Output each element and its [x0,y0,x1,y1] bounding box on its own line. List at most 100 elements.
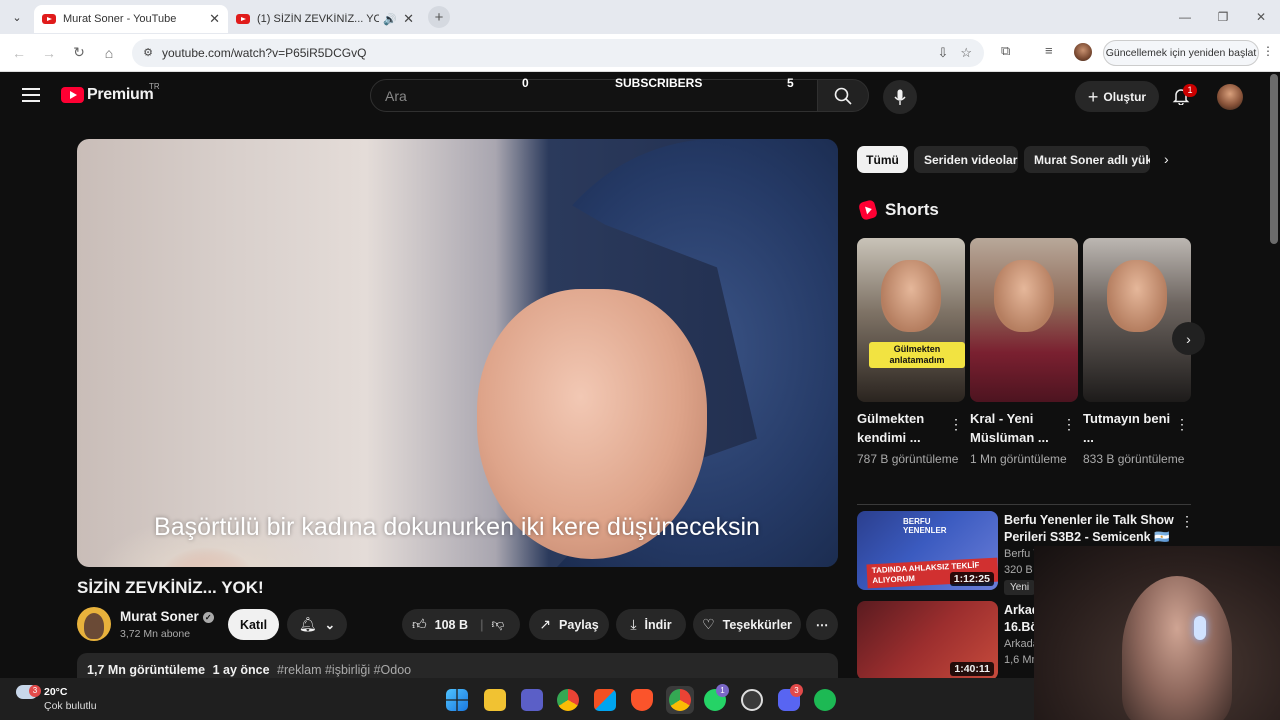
forward-icon[interactable]: → [34,45,64,61]
omnibox[interactable]: ⚙ youtube.com/watch?v=P65iR5DCGvQ ⇩ ☆ [132,39,984,67]
tab-video[interactable]: (1) SİZİN ZEVKİNİZ... YOK! - 🔊 ✕ [228,5,422,33]
more-vertical-icon[interactable]: ⋮ [1180,513,1194,530]
search-button[interactable] [817,79,869,112]
tab-title: (1) SİZİN ZEVKİNİZ... YOK! - [257,13,380,25]
create-button[interactable]: + Oluştur [1075,81,1159,112]
chrome-icon[interactable] [557,689,579,711]
shorts-next-button[interactable]: › [1172,322,1205,355]
back-icon[interactable]: ← [4,45,34,61]
share-icon: ↗ [539,616,552,632]
more-vertical-icon[interactable]: ⋮ [949,416,963,433]
spotify-icon[interactable] [814,689,836,711]
close-tab-icon[interactable]: ✕ [209,11,220,27]
video-subtitle: Başörtülü bir kadına dokunurken iki kere… [154,513,760,541]
tab-murat-soner[interactable]: Murat Soner - YouTube ✕ [34,5,228,33]
short-thumbnail[interactable] [970,238,1078,402]
url-text[interactable]: youtube.com/watch?v=P65iR5DCGvQ [162,46,937,60]
share-button[interactable]: ↗ Paylaş [529,609,609,640]
youtube-play-icon [61,87,84,103]
new-badge: Yeni [1004,580,1036,595]
related-title[interactable]: Berfu Yenenler ile Talk Show Perileri S3… [1004,512,1174,546]
related-thumbnail[interactable]: BERFU YENENLER TADINDA AHLAKSIZ TEKLİF A… [857,511,998,590]
more-vertical-icon[interactable]: ⋮ [1175,416,1189,433]
short-card[interactable]: Gülmekten anlatamadım Gülmekten kendimi … [857,238,965,468]
guide-menu-icon[interactable] [22,88,40,102]
thumb-logo-text: BERFU YENENLER [903,517,947,535]
browser-tab-bar: ⌄ Murat Soner - YouTube ✕ (1) SİZİN ZEVK… [0,0,1280,34]
download-button[interactable]: ⤓ İndir [616,609,686,640]
store-icon[interactable] [594,689,616,711]
extensions-icon[interactable]: ⧉ [1001,43,1010,59]
video-duration: 1:12:25 [949,572,994,586]
home-icon[interactable]: ⌂ [94,45,124,61]
new-tab-button[interactable]: + [428,6,450,28]
browser-profile-avatar[interactable] [1074,43,1092,61]
brave-icon[interactable] [631,689,653,711]
headphone-light [1194,616,1206,640]
channel-name-link[interactable]: Murat Soner ✓ [120,609,214,624]
short-thumbnail[interactable] [1083,238,1191,402]
minimize-icon[interactable]: — [1166,10,1204,24]
subscriber-count: 3,72 Mn abone [120,628,191,640]
voice-search-button[interactable] [883,80,917,114]
join-button[interactable]: Katıl [228,609,279,640]
thanks-heart-icon: ♡ [702,616,715,632]
bookmark-star-icon[interactable]: ☆ [960,45,972,61]
section-divider [857,504,1191,505]
page-scrollbar[interactable] [1270,74,1278,244]
chip-all[interactable]: Tümü [857,146,908,173]
browser-menu-icon[interactable]: ⋮ [1262,44,1274,58]
share-label: Paylaş [559,617,599,632]
streamer-figure [1122,576,1232,720]
short-card[interactable]: Kral - Yeni Müslüman ... 1 Mn görüntülem… [970,238,1078,468]
maximize-icon[interactable]: ❐ [1204,10,1242,24]
media-controls-icon[interactable]: ≡ [1045,43,1053,58]
shorts-title: Shorts [885,200,939,219]
close-window-icon[interactable]: ✕ [1242,10,1280,24]
youtube-favicon-icon [236,14,250,24]
search-input[interactable]: Ara [370,79,818,112]
chevron-right-icon: › [1186,330,1191,347]
related-title[interactable]: Arkad 16.Bö [1004,602,1039,636]
video-title: SİZİN ZEVKİNİZ... YOK! [77,578,264,597]
dislike-icon[interactable]: 👎︎ [492,617,505,632]
upload-age: 1 ay önce [212,663,270,677]
chip-uploads[interactable]: Murat Soner adlı yükl [1024,146,1150,173]
related-thumbnail[interactable]: 1:40:11 [857,601,998,680]
account-avatar[interactable] [1217,84,1243,110]
thanks-button[interactable]: ♡ Teşekkürler [693,609,801,640]
video-player[interactable]: Başörtülü bir kadına dokunurken iki kere… [77,139,838,567]
more-vertical-icon[interactable]: ⋮ [1062,416,1076,433]
view-count: 1,7 Mn görüntüleme [87,663,206,677]
channel-name: Murat Soner [120,609,199,624]
search-icon [834,87,852,105]
youtube-premium-logo[interactable]: Premium TR [61,82,160,104]
short-title[interactable]: Gülmekten kendimi ... [857,409,945,447]
install-app-icon[interactable]: ⇩ [937,45,948,61]
file-explorer-icon[interactable] [484,689,506,711]
chip-series[interactable]: Seriden videolar [914,146,1018,173]
like-count[interactable]: 108 B [435,618,468,632]
short-thumbnail[interactable]: Gülmekten anlatamadım [857,238,965,402]
chrome-icon[interactable] [669,689,691,711]
site-info-icon[interactable]: ⚙ [140,45,156,61]
subscription-bell-button[interactable]: 🔔︎ ⌄ [287,609,347,640]
short-title[interactable]: Tutmayın beni ... [1083,409,1171,447]
more-actions-button[interactable]: ⋯ [806,609,838,640]
short-card[interactable]: Tutmayın beni ... 833 B görüntüleme ⋮ [1083,238,1191,468]
audio-playing-icon[interactable]: 🔊 [383,13,397,26]
teams-icon[interactable] [521,689,543,711]
reload-icon[interactable]: ↻ [64,44,94,61]
chevron-right-icon[interactable]: › [1164,151,1169,167]
update-restart-button[interactable]: Güncellemek için yeniden başlat [1103,40,1259,66]
sub-counter-right: 5 [787,76,794,90]
app-icon[interactable] [741,689,763,711]
tab-search-icon[interactable]: ⌄ [0,0,34,34]
close-tab-icon[interactable]: ✕ [403,11,414,27]
like-icon[interactable]: 👍︎ [412,616,427,633]
short-title[interactable]: Kral - Yeni Müslüman ... [970,409,1058,447]
channel-avatar[interactable] [77,607,111,641]
hashtags[interactable]: #reklam #işbirliği #Odoo [277,663,411,677]
download-icon: ⤓ [630,616,637,632]
thanks-label: Teşekkürler [722,617,792,632]
